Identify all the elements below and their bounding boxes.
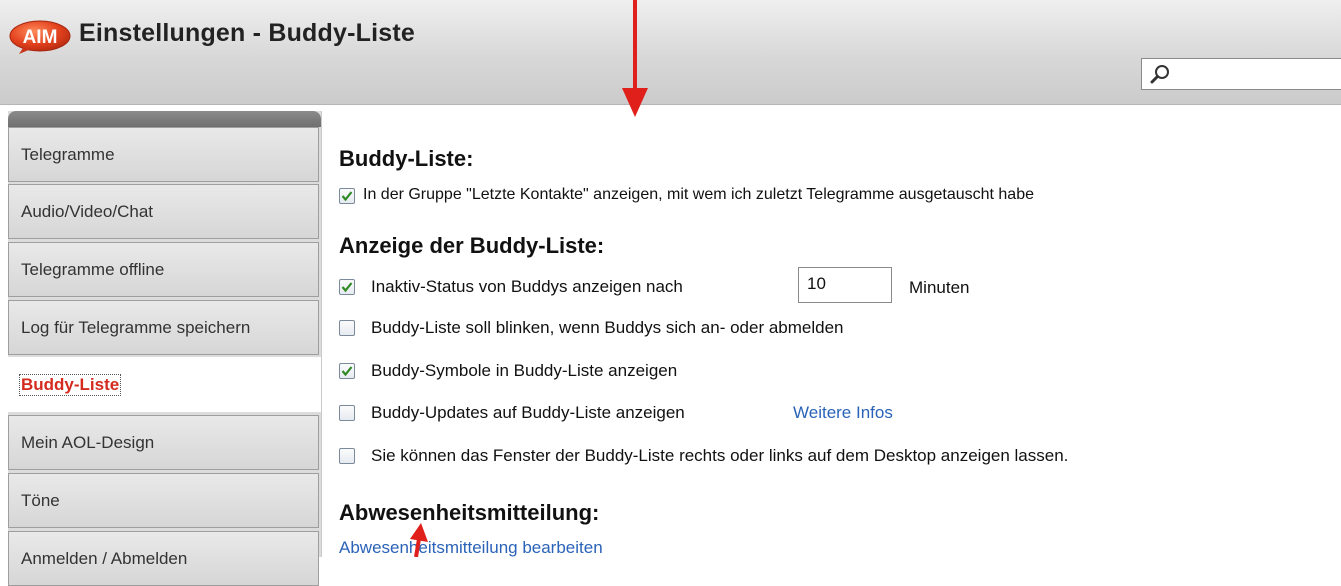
svg-text:AIM: AIM (23, 27, 58, 48)
search-input[interactable] (1141, 58, 1341, 90)
option-label: In der Gruppe "Letzte Kontakte" anzeigen… (363, 186, 1034, 203)
minutes-input[interactable]: 10 (798, 267, 892, 303)
sidebar-item-mein-aol-design[interactable]: Mein AOL-Design (8, 415, 319, 470)
option-label: Buddy-Updates auf Buddy-Liste anzeigen (371, 403, 685, 422)
sidebar-item-telegramme[interactable]: Telegramme (8, 127, 319, 182)
title-bar: AIM Einstellungen - Buddy-Liste (0, 0, 1341, 105)
minutes-unit-label: Minuten (909, 278, 970, 297)
section-heading-abwesenheit: Abwesenheitsmitteilung: (339, 500, 600, 525)
checkbox-unchecked[interactable] (339, 448, 355, 464)
sidebar-item-buddy-liste[interactable]: Buddy-Liste (8, 357, 321, 412)
option-label: Sie können das Fenster der Buddy-Liste r… (371, 446, 1069, 465)
checkmark-icon (341, 366, 353, 377)
option-label: Buddy-Symbole in Buddy-Liste anzeigen (371, 361, 678, 380)
aim-logo-icon: AIM (9, 20, 71, 54)
sidebar-item-anmelden[interactable]: Anmelden / Abmelden (8, 531, 319, 586)
option-label: Buddy-Liste soll blinken, wenn Buddys si… (371, 318, 844, 337)
search-icon (1150, 65, 1169, 84)
checkbox-unchecked[interactable] (339, 320, 355, 336)
checkbox-checked[interactable] (339, 188, 355, 204)
checkbox-unchecked[interactable] (339, 405, 355, 421)
sidebar-item-label: Anmelden / Abmelden (21, 549, 188, 568)
sidebar-header (8, 111, 321, 127)
sidebar-item-label: Buddy-Liste (18, 374, 122, 396)
sidebar-item-label: Log für Telegramme speichern (21, 318, 251, 337)
section-heading-anzeige: Anzeige der Buddy-Liste: (339, 233, 605, 258)
checkbox-checked[interactable] (339, 363, 355, 379)
sidebar-item-label: Telegramme (21, 145, 115, 164)
sidebar-item-telegramme-offline[interactable]: Telegramme offline (8, 242, 319, 297)
sidebar-item-audio-video-chat[interactable]: Audio/Video/Chat (8, 184, 319, 239)
sidebar-item-log[interactable]: Log für Telegramme speichern (8, 300, 319, 355)
window-title: Einstellungen - Buddy-Liste (79, 19, 415, 47)
option-label: Inaktiv-Status von Buddys anzeigen nach (371, 277, 683, 296)
sidebar-item-label: Audio/Video/Chat (21, 202, 154, 221)
section-heading-buddy-liste: Buddy-Liste: (339, 146, 474, 171)
checkmark-icon (341, 191, 353, 202)
sidebar-item-label: Töne (21, 491, 60, 510)
sidebar-item-label: Mein AOL-Design (21, 433, 155, 452)
weitere-infos-link[interactable]: Weitere Infos (793, 403, 893, 425)
checkmark-icon (341, 282, 353, 293)
annotation-arrow-icon (622, 0, 648, 117)
sidebar-item-toene[interactable]: Töne (8, 473, 319, 528)
annotation-arrow-icon (410, 523, 428, 557)
sidebar-item-label: Telegramme offline (21, 260, 165, 279)
checkbox-checked[interactable] (339, 279, 355, 295)
